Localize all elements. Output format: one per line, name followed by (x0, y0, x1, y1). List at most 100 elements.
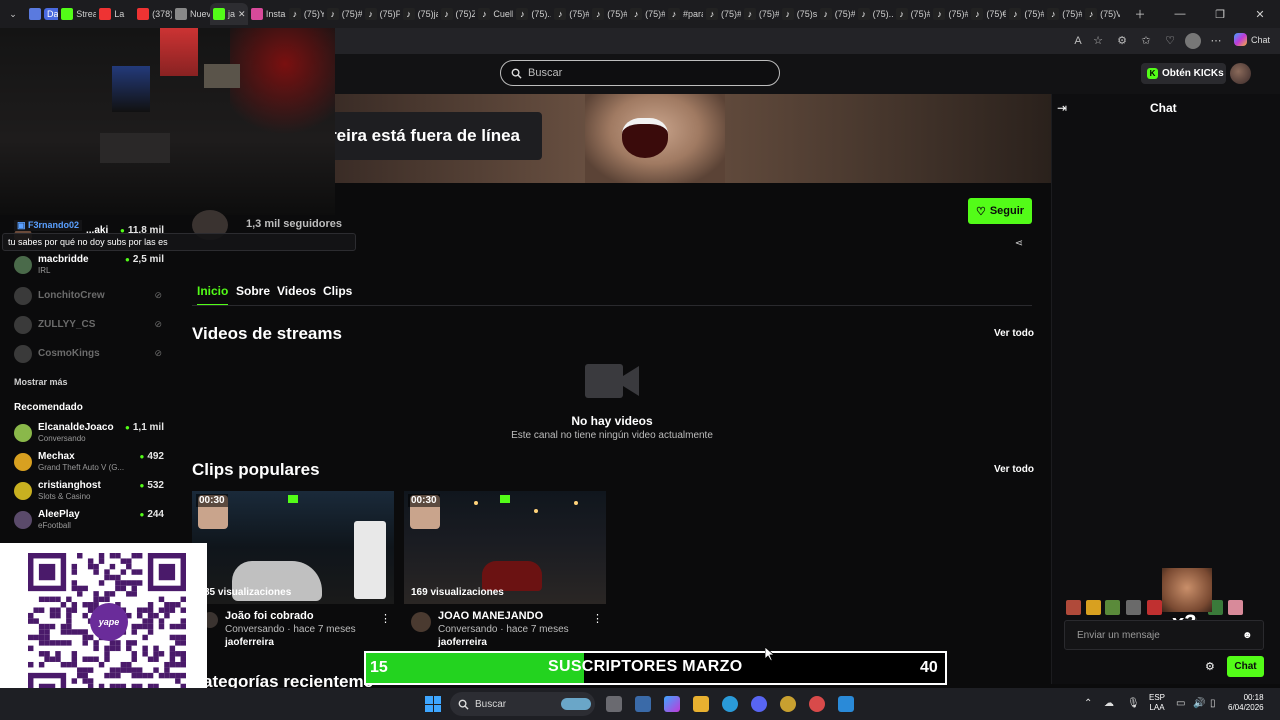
emote-icon[interactable] (1228, 600, 1243, 615)
clip-title[interactable]: João foi cobrado (225, 610, 314, 622)
favorites-icon[interactable]: ✩ (1138, 33, 1154, 49)
copilot-button[interactable]: Chat (1234, 33, 1270, 46)
app-icon[interactable] (780, 696, 796, 712)
clips-see-all-link[interactable]: Ver todo (994, 464, 1034, 475)
follow-button[interactable]: ♡ Seguir (968, 198, 1032, 224)
widgets-icon[interactable] (635, 696, 651, 712)
browser-tab[interactable]: ♪(75)... (513, 3, 551, 25)
clip-author[interactable]: jaoferreira (225, 637, 274, 648)
clip-menu-icon[interactable]: ⋮ (592, 612, 603, 625)
app-icon[interactable] (838, 696, 854, 712)
browser-tab[interactable]: Insta (248, 3, 286, 25)
network-icon[interactable]: ▭ (1176, 698, 1185, 709)
browser-tab[interactable]: ja ✕ (209, 3, 248, 25)
discord-icon[interactable] (751, 696, 767, 712)
close-window-icon[interactable]: ✕ (1240, 8, 1280, 21)
onedrive-icon[interactable]: ☁ (1104, 698, 1114, 709)
chat-message-input[interactable]: Enviar un mensaje (1064, 620, 1264, 650)
extensions-icon[interactable]: ⚙ (1114, 33, 1130, 49)
browser-tab[interactable]: ♪ (75)# (741, 3, 779, 25)
clock[interactable]: 00:18 6/04/2026 (1228, 693, 1264, 713)
file-explorer-icon[interactable] (693, 696, 709, 712)
clip-menu-icon[interactable]: ⋮ (380, 612, 391, 625)
show-more-link[interactable]: Mostrar más (14, 377, 68, 387)
tab-clips[interactable]: Clips (323, 284, 352, 298)
browser-tab[interactable]: ♪ (75)P (362, 3, 400, 25)
collapse-chat-icon[interactable]: ⇥ (1057, 101, 1067, 115)
copilot-app-icon[interactable] (664, 696, 680, 712)
reader-mode-icon[interactable]: A (1070, 33, 1086, 49)
user-avatar[interactable] (1230, 63, 1251, 84)
browser-tab[interactable]: ♪ (75)# (1006, 3, 1044, 25)
browser-tab[interactable]: ♪(75)... (855, 3, 893, 25)
emote-icon[interactable] (1105, 600, 1120, 615)
browser-tab[interactable]: ♪ (75)# (1044, 3, 1082, 25)
browser-tab[interactable]: ♪ (75)# (324, 3, 362, 25)
task-view-icon[interactable] (606, 696, 622, 712)
emote-icon[interactable] (1086, 600, 1101, 615)
tab-inicio[interactable]: Inicio (197, 284, 229, 306)
browser-tab[interactable]: ♪ (75)# (817, 3, 855, 25)
new-tab-icon[interactable]: ＋ (1120, 6, 1160, 22)
sidebar-item-followed[interactable]: ZULLYY_CS ⊘ (14, 314, 164, 338)
browser-tab[interactable]: ♪ (75)# (703, 3, 741, 25)
sidebar-item-followed[interactable]: macbridde IRL 2,5 mil (14, 254, 164, 278)
browser-tab[interactable]: ♪ Cuell (475, 3, 513, 25)
app-icon[interactable] (809, 696, 825, 712)
maximize-icon[interactable]: ❐ (1200, 8, 1240, 21)
sidebar-item-recommended[interactable]: Mechax Grand Theft Auto V (G... 492 (14, 451, 164, 475)
browser-tab[interactable]: ♪ (75)€ (968, 3, 1006, 25)
browser-tab[interactable]: ♪ (75)# (930, 3, 968, 25)
clip-author-avatar[interactable] (411, 612, 431, 632)
browser-tab[interactable]: ♪(75)ja (400, 3, 438, 25)
sidebar-item-followed[interactable]: CosmoKings ⊘ (14, 343, 164, 367)
browser-tab[interactable]: Dashb (26, 3, 59, 25)
browser-tab[interactable]: La (96, 3, 134, 25)
emote-icon[interactable] (1126, 600, 1141, 615)
share-icon[interactable]: ⋖ (1013, 238, 1025, 250)
browser-tab[interactable]: ♪ (75)s (779, 3, 817, 25)
tab-list-button[interactable]: ⌄ (0, 3, 26, 25)
search-input[interactable]: Buscar (500, 60, 780, 86)
get-kicks-button[interactable]: K Obtén KICKs (1141, 63, 1226, 84)
edge-browser-icon[interactable] (722, 696, 738, 712)
emote-icon[interactable] (1147, 600, 1162, 615)
browser-tab[interactable]: ♪ (75)# (627, 3, 665, 25)
sidebar-item-recommended[interactable]: AleePlay eFootball 244 (14, 509, 164, 533)
emoji-picker-icon[interactable]: ☻ (1242, 630, 1253, 641)
language-indicator[interactable]: ESP LAA (1149, 693, 1165, 713)
clip-title[interactable]: JOAO MANEJANDO (438, 610, 543, 622)
browser-tab[interactable]: Nuev (172, 3, 210, 25)
browser-tab[interactable]: ♪#para (665, 3, 703, 25)
tab-videos[interactable]: Videos (277, 284, 316, 298)
taskbar-search[interactable]: Buscar (450, 692, 595, 716)
sidebar-item-recommended[interactable]: cristianghost Slots & Casino 532 (14, 480, 164, 504)
microphone-icon[interactable]: 🎙 (1127, 698, 1140, 709)
browser-tab[interactable]: ♪ (75)# (893, 3, 930, 25)
videos-see-all-link[interactable]: Ver todo (994, 328, 1034, 339)
browser-tab[interactable]: ♪ (75)Y (286, 3, 324, 25)
sidebar-item-recommended[interactable]: ElcanaldeJoaco Conversando 1,1 mil (14, 422, 164, 446)
browser-tab[interactable]: ♪ (75)# (551, 3, 589, 25)
tray-overflow-icon[interactable]: ⌃ (1084, 698, 1092, 709)
chat-settings-icon[interactable]: ⚙ (1205, 660, 1215, 673)
browser-tab[interactable]: ♪ (75)V (1082, 3, 1120, 25)
close-tab-icon[interactable]: ✕ (238, 9, 246, 20)
battery-icon[interactable]: ▯ (1210, 698, 1216, 709)
browser-tab[interactable]: ♪ (75)Z (438, 3, 475, 25)
volume-icon[interactable]: 🔊 (1193, 698, 1205, 709)
profile-icon[interactable] (1185, 33, 1201, 49)
tab-sobre[interactable]: Sobre (236, 284, 270, 298)
browser-tab[interactable]: (378) (134, 3, 172, 25)
chat-send-button[interactable]: Chat (1227, 656, 1264, 677)
emote-icon[interactable] (1066, 600, 1081, 615)
browser-tab[interactable]: ♪ (75)# (589, 3, 627, 25)
start-button[interactable] (425, 696, 441, 712)
minimize-icon[interactable]: — (1160, 8, 1200, 20)
clip-author[interactable]: jaoferreira (438, 637, 487, 648)
browser-tab[interactable]: Strea (58, 3, 96, 25)
favorite-star-icon[interactable]: ☆ (1090, 33, 1106, 49)
browser-essentials-icon[interactable]: ♡ (1162, 33, 1178, 49)
sidebar-item-followed[interactable]: LonchitoCrew ⊘ (14, 285, 164, 309)
more-menu-icon[interactable]: ⋯ (1208, 33, 1224, 49)
